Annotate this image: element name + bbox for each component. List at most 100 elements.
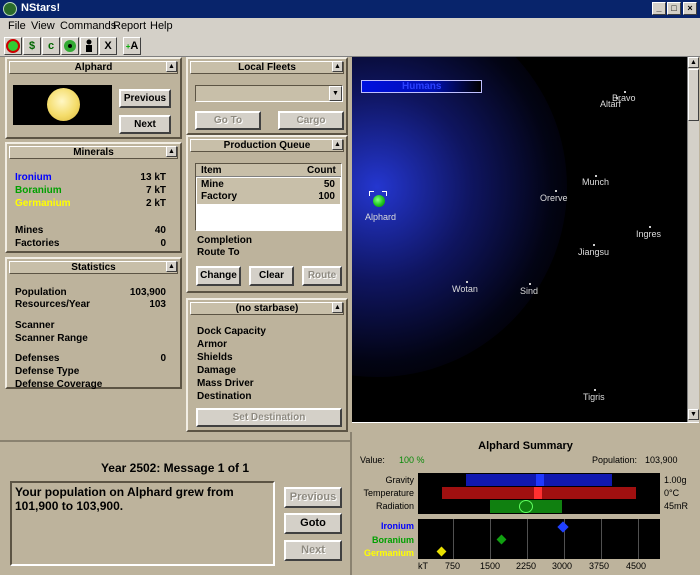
star-orerve[interactable] <box>555 190 557 192</box>
axis-tick-2250: 2250 <box>516 561 537 571</box>
menu-file[interactable]: File <box>8 20 26 32</box>
statistics-panel: Statistics ▲ Population 103,900 Resource… <box>5 257 182 390</box>
change-button[interactable]: Change <box>196 266 241 286</box>
star-name-ingres[interactable]: Ingres <box>636 229 661 239</box>
star-name-munch[interactable]: Munch <box>582 177 609 187</box>
count-column-header[interactable]: Count <box>307 165 336 176</box>
temperature-label: Temperature <box>363 488 414 498</box>
boranium-marker <box>496 534 507 545</box>
planet-sun-icon <box>47 88 80 121</box>
mass-driver-label: Mass Driver <box>197 378 254 389</box>
planet-value: 100 % <box>399 455 425 465</box>
germanium-marker <box>436 546 447 557</box>
app-icon <box>3 2 17 16</box>
maximize-button[interactable]: □ <box>667 2 681 15</box>
map-scrollbar[interactable]: ▲ ▼ <box>687 57 699 422</box>
star-wotan[interactable] <box>466 281 468 283</box>
local-fleets-panel: Local Fleets ▲ ▼ Go To Cargo <box>186 57 348 135</box>
menu-report[interactable]: Report <box>113 20 146 32</box>
gravity-value: 1.00g <box>664 475 687 485</box>
completion-label: Completion <box>197 235 252 246</box>
next-planet-button[interactable]: Next <box>119 115 171 134</box>
defense-coverage-label: Defense Coverage <box>15 379 103 390</box>
star-name-sind[interactable]: Sind <box>520 286 538 296</box>
production-queue-list[interactable]: Item Count Mine 50 Factory 100 <box>195 163 342 231</box>
minerals-panel: Minerals ▲ Ironium 13 kT Boranium 7 kT G… <box>5 142 182 253</box>
scroll-down-icon[interactable]: ▼ <box>688 409 699 420</box>
cargo-button[interactable]: Cargo <box>278 111 344 130</box>
population-value: 103,900 <box>129 287 166 298</box>
queue-item-mine[interactable]: Mine <box>201 179 224 190</box>
radiation-label: Radiation <box>375 501 414 511</box>
star-name-orerve[interactable]: Orerve <box>540 193 568 203</box>
gravity-label: Gravity <box>385 475 414 485</box>
star-name-altarf[interactable]: Altarf <box>600 99 621 109</box>
factories-label: Factories <box>15 238 60 249</box>
add-waypoint-icon[interactable]: +A <box>123 37 141 55</box>
star-name-jiangsu[interactable]: Jiangsu <box>578 247 609 257</box>
value-label: Value: <box>360 455 385 465</box>
window-title: NStars! <box>21 2 61 14</box>
star-map[interactable]: Humans Bravo Altarf Munch Orerve Alphard… <box>352 57 687 422</box>
radiation-marker-icon <box>519 500 533 513</box>
goto-button[interactable]: Go To <box>195 111 261 130</box>
set-destination-button[interactable]: Set Destination <box>196 408 342 427</box>
clear-button[interactable]: Clear <box>249 266 294 286</box>
mines-label: Mines <box>15 225 44 236</box>
surface-minerals-icon[interactable]: $ <box>23 37 41 55</box>
player-race-bar: Humans <box>361 80 482 93</box>
germanium-value: 2 kT <box>145 198 166 209</box>
mineral-concentration-chart <box>418 519 660 559</box>
summary-boranium-label: Boranium <box>371 535 414 545</box>
summary-title: Alphard Summary <box>478 440 573 452</box>
production-queue-panel: Production Queue ▲ Item Count Mine 50 Fa… <box>186 135 348 293</box>
chevron-down-icon[interactable]: ▼ <box>329 86 342 101</box>
axis-tick-3000: 3000 <box>552 561 573 571</box>
message-next-button[interactable]: Next <box>284 540 342 561</box>
damage-label: Damage <box>197 365 236 376</box>
toolbar: $ c X +A <box>0 35 700 57</box>
scroll-thumb[interactable] <box>688 69 699 121</box>
star-sind[interactable] <box>529 283 531 285</box>
defense-type-label: Defense Type <box>15 366 80 377</box>
queue-count-factory: 100 <box>318 191 335 202</box>
route-to-label: Route To <box>197 247 240 258</box>
star-jiangsu[interactable] <box>593 244 595 246</box>
route-button[interactable]: Route <box>302 266 342 286</box>
population-icon[interactable] <box>80 37 98 55</box>
close-button[interactable]: × <box>683 2 697 15</box>
scroll-up-icon[interactable]: ▲ <box>688 57 699 68</box>
population-label: Population <box>15 287 67 298</box>
resources-label: Resources/Year <box>15 299 91 310</box>
boranium-label: Boranium <box>15 185 62 196</box>
message-goto-button[interactable]: Goto <box>284 513 342 534</box>
queue-item-factory[interactable]: Factory <box>201 191 237 202</box>
star-name-wotan[interactable]: Wotan <box>452 284 478 294</box>
defenses-label: Defenses <box>15 353 60 364</box>
star-name-alphard[interactable]: Alphard <box>365 212 396 222</box>
star-name-tigris[interactable]: Tigris <box>583 392 605 402</box>
item-column-header[interactable]: Item <box>201 165 222 176</box>
queue-count-mine: 50 <box>323 179 335 190</box>
title-bar: NStars! _ □ × <box>0 0 700 18</box>
star-ingres[interactable] <box>649 226 651 228</box>
axis-tick-4500: 4500 <box>626 561 647 571</box>
menu-view[interactable]: View <box>31 20 55 32</box>
star-tigris[interactable] <box>594 389 596 391</box>
previous-planet-button[interactable]: Previous <box>119 89 171 108</box>
planet-view-icon[interactable] <box>4 37 22 55</box>
summary-ironium-label: Ironium <box>381 521 414 531</box>
axis-unit: kT <box>418 561 428 571</box>
minerals-panel-title: Minerals <box>9 146 178 159</box>
resources-value: 103 <box>149 299 166 310</box>
minimize-button[interactable]: _ <box>652 2 666 15</box>
selected-planet-marker[interactable] <box>369 191 387 209</box>
planet-value-icon[interactable] <box>61 37 79 55</box>
message-previous-button[interactable]: Previous <box>284 487 342 508</box>
menu-commands[interactable]: Commands <box>60 20 116 32</box>
fleet-dropdown[interactable]: ▼ <box>195 85 343 102</box>
concentration-icon[interactable]: c <box>42 37 60 55</box>
message-text: Your population on Alphard grew from 101… <box>10 481 275 566</box>
no-info-icon[interactable]: X <box>99 37 117 55</box>
menu-help[interactable]: Help <box>150 20 173 32</box>
